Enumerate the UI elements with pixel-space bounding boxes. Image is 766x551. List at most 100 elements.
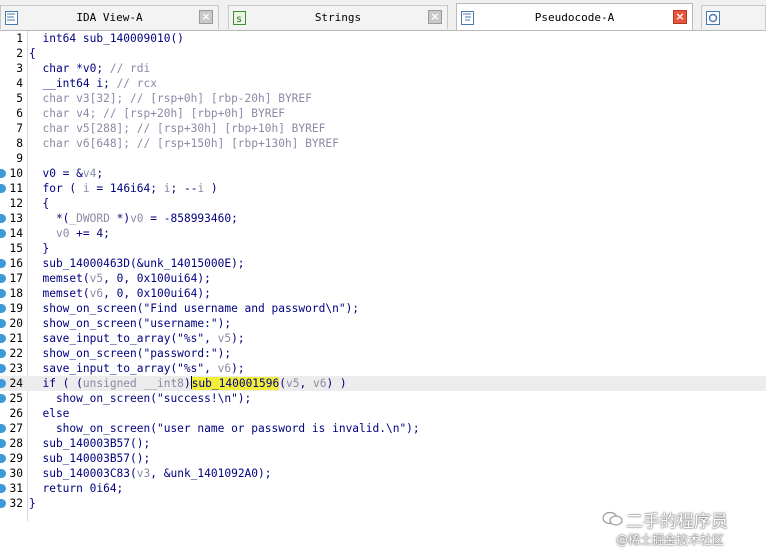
code-text[interactable]: show_on_screen("user name or password is… [29, 421, 420, 436]
code-text[interactable]: char v6[648]; // [rsp+150h] [rbp+130h] B… [29, 136, 338, 151]
code-line[interactable]: 19 show_on_screen("Find username and pas… [0, 301, 766, 316]
code-token: ; [96, 167, 104, 180]
code-line[interactable]: 16 sub_14000463D(&unk_14015000E); [0, 256, 766, 271]
code-text[interactable]: show_on_screen("success!\n"); [29, 391, 251, 406]
code-token: ) ) [326, 377, 347, 390]
code-line[interactable]: 8 char v6[648]; // [rsp+150h] [rbp+130h]… [0, 136, 766, 151]
code-text[interactable]: v0 = &v4; [29, 166, 103, 181]
code-line[interactable]: 6 char v4; // [rsp+20h] [rbp+0h] BYREF [0, 106, 766, 121]
code-text[interactable]: save_input_to_array("%s", v5); [29, 331, 244, 346]
code-text[interactable]: __int64 i; // rcx [29, 76, 157, 91]
line-number: 4 [16, 77, 23, 90]
code-text[interactable]: sub_140003C83(v3, &unk_1401092A0); [29, 466, 271, 481]
line-number: 11 [9, 182, 23, 195]
code-token: , [299, 377, 313, 390]
code-line[interactable]: 5 char v3[32]; // [rsp+0h] [rbp-20h] BYR… [0, 91, 766, 106]
line-number: 1 [16, 32, 23, 45]
tab-bar: IDA View-A × s Strings × Pseudocode-A × [0, 0, 766, 31]
code-line[interactable]: 25 show_on_screen("success!\n"); [0, 391, 766, 406]
close-icon[interactable]: × [428, 10, 442, 24]
code-line[interactable]: 12 { [0, 196, 766, 211]
code-line[interactable]: 22 show_on_screen("password:"); [0, 346, 766, 361]
code-token: char v5[288]; // [rsp+30h] [rbp+10h] BYR… [29, 122, 326, 135]
code-text[interactable]: memset(v5, 0, 0x100ui64); [29, 271, 210, 286]
line-number: 8 [16, 137, 23, 150]
code-line[interactable]: 31 return 0i64; [0, 481, 766, 496]
code-text[interactable]: if ( (unsigned __int8)sub_140001596(v5, … [29, 376, 347, 391]
code-line[interactable]: 21 save_input_to_array("%s", v5); [0, 331, 766, 346]
close-icon[interactable]: × [673, 10, 687, 24]
line-number: 32 [9, 497, 23, 510]
code-text[interactable]: show_on_screen("username:"); [29, 316, 231, 331]
code-line[interactable]: 29 sub_140003B57(); [0, 451, 766, 466]
code-text[interactable]: v0 += 4; [29, 226, 110, 241]
code-line[interactable]: 26 else [0, 406, 766, 421]
code-text[interactable]: char v5[288]; // [rsp+30h] [rbp+10h] BYR… [29, 121, 325, 136]
pseudocode-icon [461, 10, 474, 25]
code-line[interactable]: 20 show_on_screen("username:"); [0, 316, 766, 331]
code-line[interactable]: 15 } [0, 241, 766, 256]
code-line[interactable]: 4 __int64 i; // rcx [0, 76, 766, 91]
code-text[interactable]: } [29, 496, 36, 511]
tab-strings[interactable]: s Strings × [228, 5, 448, 29]
code-text[interactable]: { [29, 46, 36, 61]
code-text[interactable]: int64 sub_140009010() [29, 31, 183, 46]
code-line[interactable]: 23 save_input_to_array("%s", v6); [0, 361, 766, 376]
svg-text:s: s [236, 14, 242, 25]
code-line[interactable]: 7 char v5[288]; // [rsp+30h] [rbp+10h] B… [0, 121, 766, 136]
line-number: 17 [9, 272, 23, 285]
code-line[interactable]: 11 for ( i = 146i64; i; --i ) [0, 181, 766, 196]
code-token: = 146i64; [89, 182, 164, 195]
code-text[interactable]: char *v0; // rdi [29, 61, 150, 76]
code-token: show_on_screen("password:"); [29, 347, 232, 360]
code-text[interactable]: memset(v6, 0, 0x100ui64); [29, 286, 210, 301]
line-number: 23 [9, 362, 23, 375]
line-number: 12 [9, 197, 23, 210]
code-token: v4 [82, 167, 97, 180]
close-icon[interactable]: × [199, 10, 213, 24]
code-text[interactable]: char v3[32]; // [rsp+0h] [rbp-20h] BYREF [29, 91, 312, 106]
wechat-icon [602, 511, 624, 527]
tab-label: Strings [314, 11, 362, 24]
code-text[interactable]: show_on_screen("Find username and passwo… [29, 301, 359, 316]
code-token: save_input_to_array("%s", [29, 332, 218, 345]
code-text[interactable]: } [29, 241, 49, 256]
tab-pseudocode-a[interactable]: Pseudocode-A × [456, 3, 693, 30]
code-line[interactable]: 3 char *v0; // rdi [0, 61, 766, 76]
code-text[interactable]: save_input_to_array("%s", v6); [29, 361, 244, 376]
code-token: = -858993460; [143, 212, 238, 225]
code-line[interactable]: 2{ [0, 46, 766, 61]
tab-ida-view-a[interactable]: IDA View-A × [0, 5, 219, 29]
code-line[interactable]: 9 [0, 151, 766, 166]
code-token: sub_14000463D(&unk_14015000E); [29, 257, 245, 270]
code-line[interactable]: 18 memset(v6, 0, 0x100ui64); [0, 286, 766, 301]
code-text[interactable]: show_on_screen("password:"); [29, 346, 231, 361]
code-token: v0 = & [29, 167, 83, 180]
code-line[interactable]: 10 v0 = &v4; [0, 166, 766, 181]
code-text[interactable]: else [29, 406, 69, 421]
code-line[interactable]: 13 *(_DWORD *)v0 = -858993460; [0, 211, 766, 226]
code-token: += 4; [69, 227, 110, 240]
tab-hex-view[interactable] [701, 5, 766, 29]
code-text[interactable]: for ( i = 146i64; i; --i ) [29, 181, 217, 196]
code-line[interactable]: 30 sub_140003C83(v3, &unk_1401092A0); [0, 466, 766, 481]
code-line[interactable]: 27 show_on_screen("user name or password… [0, 421, 766, 436]
code-text[interactable]: char v4; // [rsp+20h] [rbp+0h] BYREF [29, 106, 284, 121]
code-token: v6 [312, 377, 327, 390]
code-token: char v3[32]; // [rsp+0h] [rbp-20h] BYREF [29, 92, 312, 105]
code-line[interactable]: 24 if ( (unsigned __int8)sub_140001596(v… [0, 376, 766, 391]
code-line[interactable]: 28 sub_140003B57(); [0, 436, 766, 451]
code-text[interactable]: { [29, 196, 49, 211]
code-text[interactable]: sub_140003B57(); [29, 451, 150, 466]
pseudocode-editor[interactable]: 1 int64 sub_140009010() 2{3 char *v0; // … [0, 31, 766, 547]
code-text[interactable]: *(_DWORD *)v0 = -858993460; [29, 211, 238, 226]
code-text[interactable]: sub_140003B57(); [29, 436, 150, 451]
code-line[interactable]: 14 v0 += 4; [0, 226, 766, 241]
code-line[interactable]: 17 memset(v5, 0, 0x100ui64); [0, 271, 766, 286]
code-line[interactable]: 1 int64 sub_140009010() [0, 31, 766, 46]
line-number: 5 [16, 92, 23, 105]
line-number: 14 [9, 227, 23, 240]
code-text[interactable]: return 0i64; [29, 481, 123, 496]
code-text[interactable]: sub_14000463D(&unk_14015000E); [29, 256, 245, 271]
line-number: 26 [9, 407, 23, 420]
